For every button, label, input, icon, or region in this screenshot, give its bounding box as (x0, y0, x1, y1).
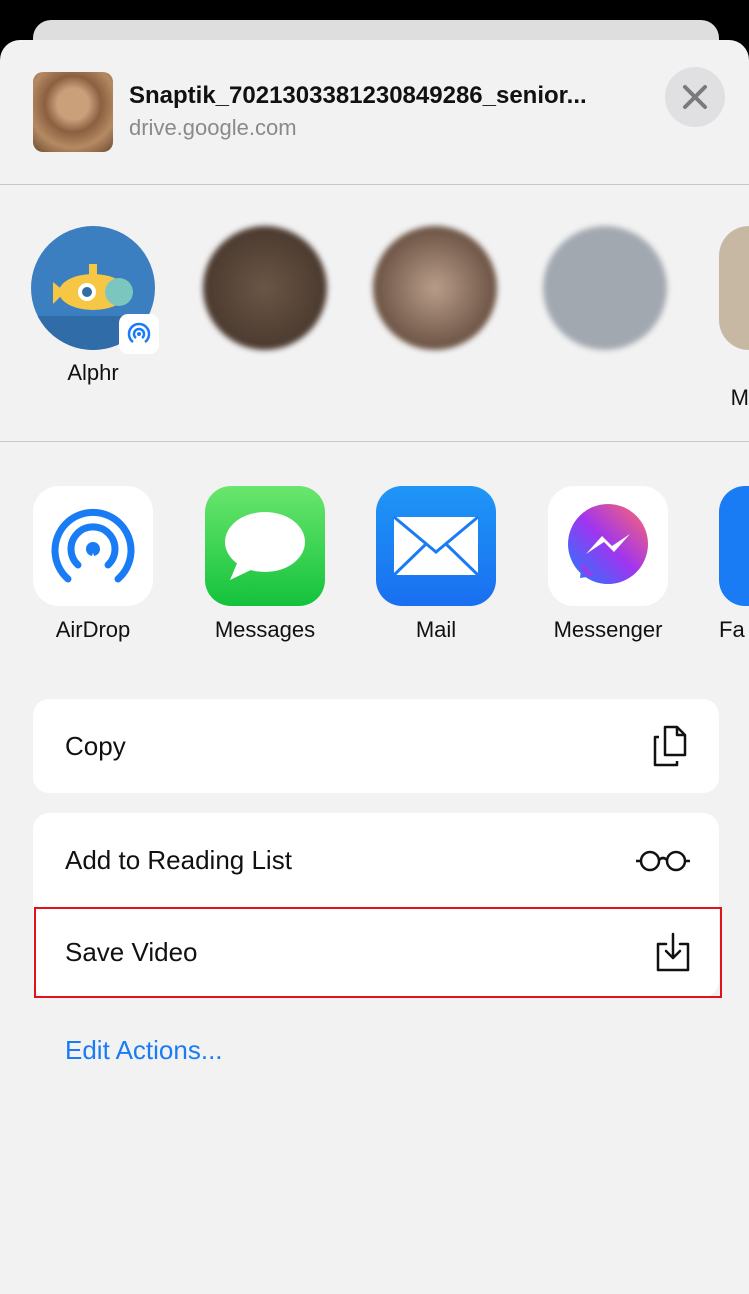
highlight-box (34, 907, 722, 998)
app-label: Messenger (553, 617, 663, 642)
file-title: Snaptik_7021303381230849286_senior... (129, 82, 587, 109)
reading-list-label: Add to Reading List (65, 844, 292, 875)
app-label: Fa (719, 617, 745, 642)
close-button[interactable] (665, 67, 725, 127)
contact-partial[interactable] (719, 226, 749, 350)
copy-action[interactable]: Copy (33, 699, 719, 793)
contact-label: Alphr (67, 360, 119, 385)
glasses-icon (636, 850, 690, 872)
divider (0, 441, 749, 442)
divider (0, 184, 749, 185)
messages-icon (205, 486, 325, 606)
app-label: Mail (415, 617, 457, 642)
airdrop-badge-icon (119, 314, 159, 354)
reading-list-action[interactable]: Add to Reading List (33, 813, 719, 907)
edit-actions-link[interactable]: Edit Actions... (65, 1035, 223, 1066)
contact-label: M (730, 385, 749, 410)
file-source: drive.google.com (129, 115, 297, 140)
video-thumbnail (33, 72, 113, 152)
contact-blurred-1[interactable] (203, 226, 327, 350)
copy-card: Copy (33, 699, 719, 793)
contact-blurred-2[interactable] (373, 226, 497, 350)
copy-icon (653, 725, 687, 767)
messenger-icon (548, 486, 668, 606)
app-label: AirDrop (55, 617, 131, 642)
share-sheet (0, 40, 749, 1294)
airdrop-icon (33, 486, 153, 606)
contact-blurred-3[interactable] (543, 226, 667, 350)
copy-label: Copy (65, 730, 126, 761)
app-icon (719, 486, 749, 606)
app-label: Messages (214, 617, 316, 642)
close-icon (683, 85, 707, 109)
mail-icon (376, 486, 496, 606)
